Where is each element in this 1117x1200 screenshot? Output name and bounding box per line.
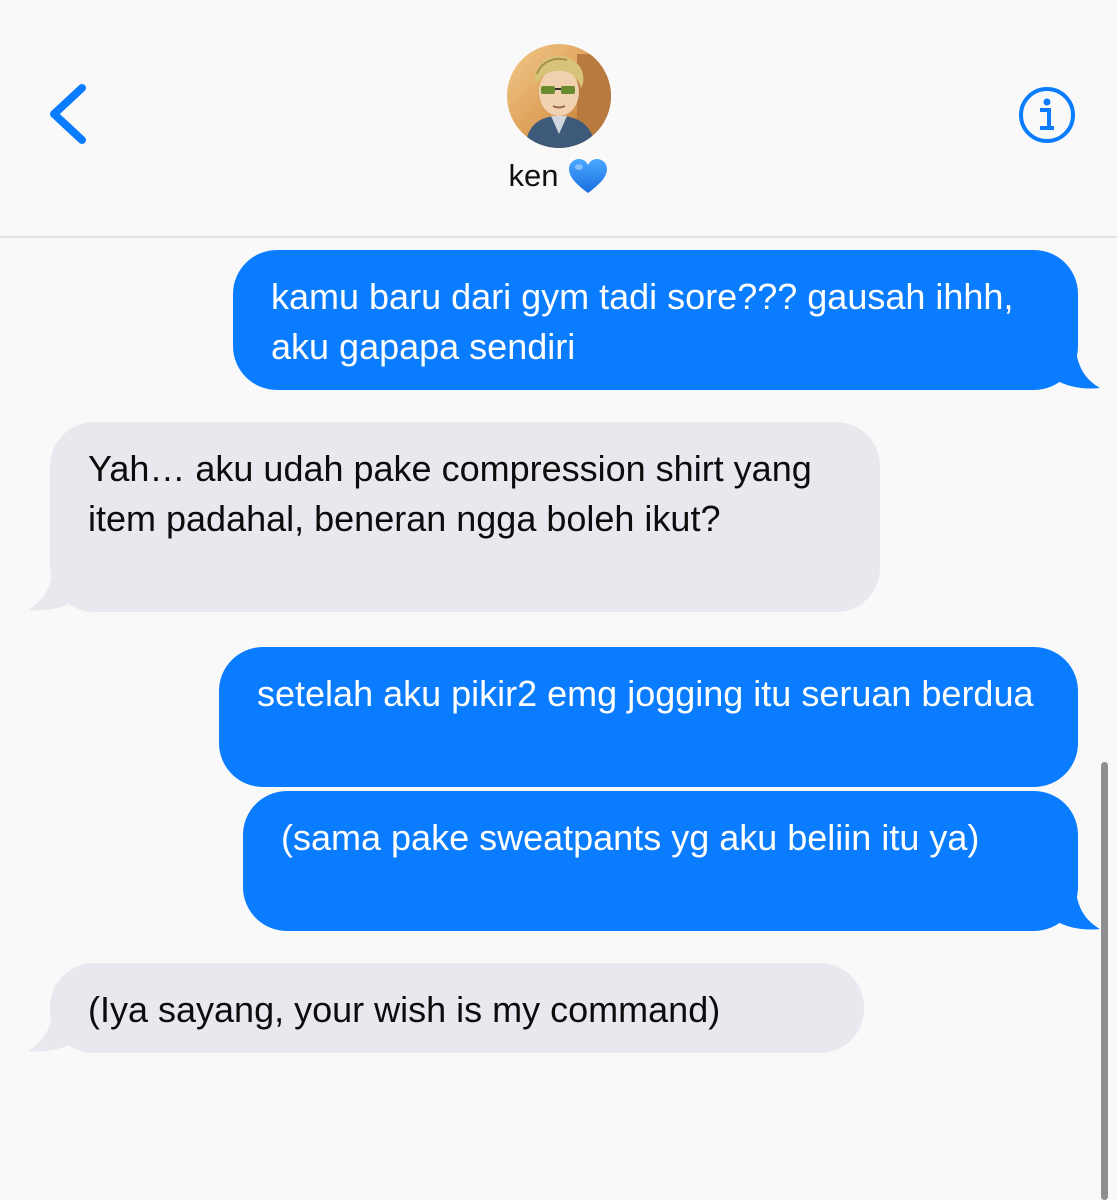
scrollbar[interactable]	[1101, 762, 1108, 1200]
bubble-tail	[1052, 891, 1100, 930]
imessage-conversation: ken kamu baru dari gym tadi sore??? gaus…	[0, 0, 1117, 1200]
contact-name-label: ken	[508, 158, 559, 193]
info-icon[interactable]	[1018, 86, 1076, 144]
message-bubble-sent[interactable]: setelah aku pikir2 emg jogging itu serua…	[219, 647, 1078, 787]
message-bubble-sent[interactable]: kamu baru dari gym tadi sore??? gausah i…	[233, 250, 1078, 390]
message-bubble-received[interactable]: (Iya sayang, your wish is my command)	[50, 963, 864, 1053]
bubble-tail	[28, 572, 76, 611]
contact-name[interactable]: ken	[0, 158, 1117, 194]
bubble-tail	[1052, 350, 1100, 389]
blue-heart-icon	[569, 159, 608, 193]
bubble-tail	[28, 1013, 76, 1052]
message-bubble-received[interactable]: Yah… aku udah pake compression shirt yan…	[50, 422, 880, 612]
message-bubble-sent[interactable]: (sama pake sweatpants yg aku beliin itu …	[243, 791, 1078, 931]
avatar[interactable]	[507, 44, 611, 148]
conversation-header: ken	[0, 0, 1117, 238]
chevron-left-icon[interactable]	[44, 82, 94, 146]
